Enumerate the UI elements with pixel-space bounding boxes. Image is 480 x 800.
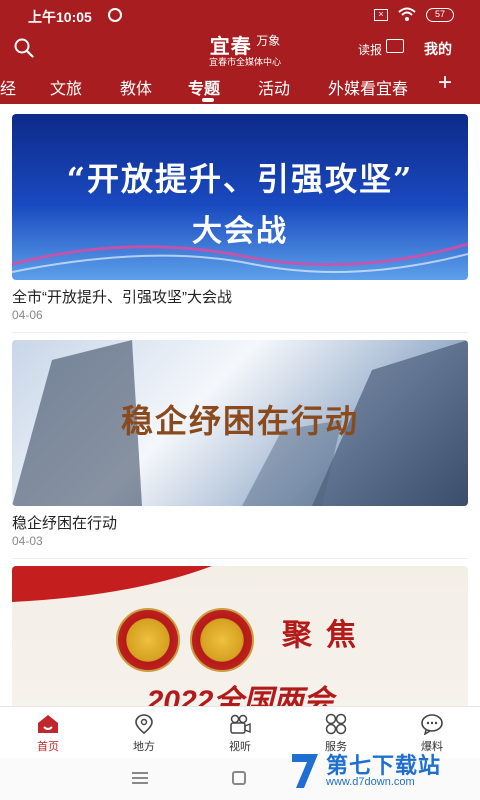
mine-button[interactable]: 我的 [424, 39, 452, 59]
logo-main-text: 宜春 [209, 34, 252, 58]
video-camera-icon [230, 714, 251, 734]
tab-special-topics[interactable]: 专题 [188, 75, 220, 99]
watermark: 第七下载站 www.d7down.com [286, 744, 476, 798]
menu-icon[interactable] [132, 772, 148, 784]
watermark-url: www.d7down.com [326, 776, 415, 788]
national-emblem-icon [116, 608, 180, 672]
wifi-icon [398, 6, 416, 25]
category-tabs: 经 文旅 教体 专题 活动 外媒看宜春 + [0, 66, 480, 104]
article-card[interactable]: 稳企纾困在行动 稳企纾困在行动 04-03 [12, 340, 468, 556]
tab-education-sports[interactable]: 教体 [120, 75, 152, 99]
status-time: 上午10:05 [28, 9, 92, 25]
newspaper-icon[interactable] [386, 39, 404, 53]
banner-headline-line2: 大会战 [192, 214, 288, 249]
divider [12, 558, 468, 559]
article-card[interactable]: 聚焦 2022全国两会 [12, 566, 468, 706]
nav-local[interactable]: 地方 [114, 713, 174, 754]
article-banner-image[interactable]: 聚焦 2022全国两会 [12, 566, 468, 706]
article-date: 04-03 [12, 534, 43, 548]
banner-headline: 稳企纾困在行动 [120, 402, 359, 440]
nav-label: 地方 [133, 741, 155, 753]
system-home-icon[interactable] [232, 771, 246, 785]
nav-audiovisual[interactable]: 视听 [210, 713, 270, 754]
home-icon [38, 715, 58, 733]
sim-icon: × [374, 9, 388, 21]
app-logo: 宜春 万象 宜春市全媒体中心 [190, 30, 300, 67]
battery-icon: 57 [426, 8, 454, 22]
tab-foreign-media[interactable]: 外媒看宜春 [328, 75, 408, 99]
article-feed: “开放提升、引强攻坚” 大会战 全市“开放提升、引强攻坚”大会战 04-06 稳… [0, 104, 480, 706]
logo-wan-text: 万象 [256, 34, 281, 48]
article-card[interactable]: “开放提升、引强攻坚” 大会战 全市“开放提升、引强攻坚”大会战 04-06 [12, 114, 468, 330]
chat-bubble-icon [421, 714, 443, 735]
app-header: 宜春 万象 宜春市全媒体中心 读报 我的 [0, 30, 480, 67]
article-title[interactable]: 全市“开放提升、引强攻坚”大会战 [12, 286, 232, 307]
article-title[interactable]: 稳企纾困在行动 [12, 512, 117, 533]
article-banner-image[interactable]: “开放提升、引强攻坚” 大会战 [12, 114, 468, 280]
active-tab-indicator [202, 98, 214, 102]
add-channel-icon[interactable]: + [438, 70, 452, 96]
banner-headline: 2022全国两会 [146, 685, 334, 706]
article-date: 04-06 [12, 308, 43, 322]
tab-culture-travel[interactable]: 文旅 [50, 75, 82, 99]
banner-headline-line1: “开放提升、引强攻坚” [66, 160, 414, 198]
cppcc-emblem-icon [190, 608, 254, 672]
nav-label: 视听 [229, 741, 251, 753]
alarm-icon [108, 8, 122, 22]
tab-economy[interactable]: 经 [0, 75, 16, 99]
search-icon[interactable] [14, 38, 34, 58]
divider [12, 332, 468, 333]
banner-focus-text: 聚焦 [282, 618, 370, 653]
grid-flower-icon [325, 713, 347, 735]
tab-activities[interactable]: 活动 [258, 75, 290, 99]
location-icon [135, 714, 153, 735]
nav-label: 首页 [37, 741, 59, 753]
watermark-logo-icon [292, 754, 318, 788]
tabs-fade [405, 66, 430, 104]
read-newspaper-label[interactable]: 读报 [358, 41, 382, 58]
status-bar: 上午10:05 × 57 [0, 0, 480, 30]
article-banner-image[interactable]: 稳企纾困在行动 [12, 340, 468, 506]
nav-home[interactable]: 首页 [18, 713, 78, 754]
